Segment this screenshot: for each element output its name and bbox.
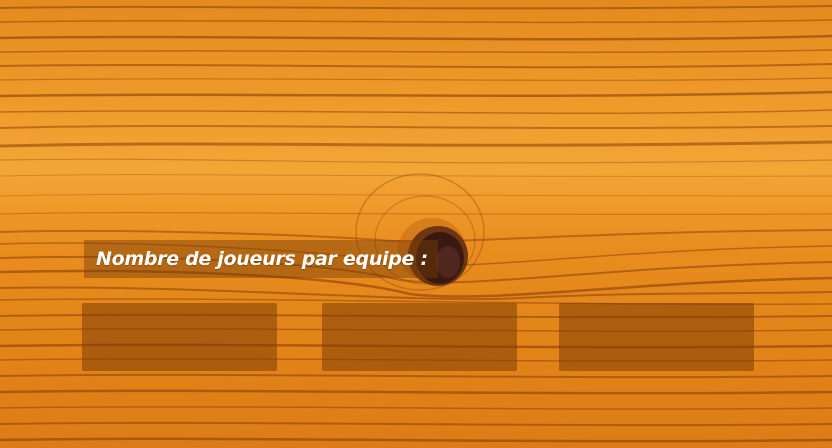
team-size-option-3[interactable]	[559, 303, 754, 371]
game-screen: Nombre de joueurs par equipe :	[0, 0, 832, 448]
players-per-team-label: Nombre de joueurs par equipe :	[84, 240, 438, 278]
team-size-option-1[interactable]	[82, 303, 277, 371]
wood-background	[0, 5, 832, 443]
team-size-option-2[interactable]	[322, 303, 517, 371]
